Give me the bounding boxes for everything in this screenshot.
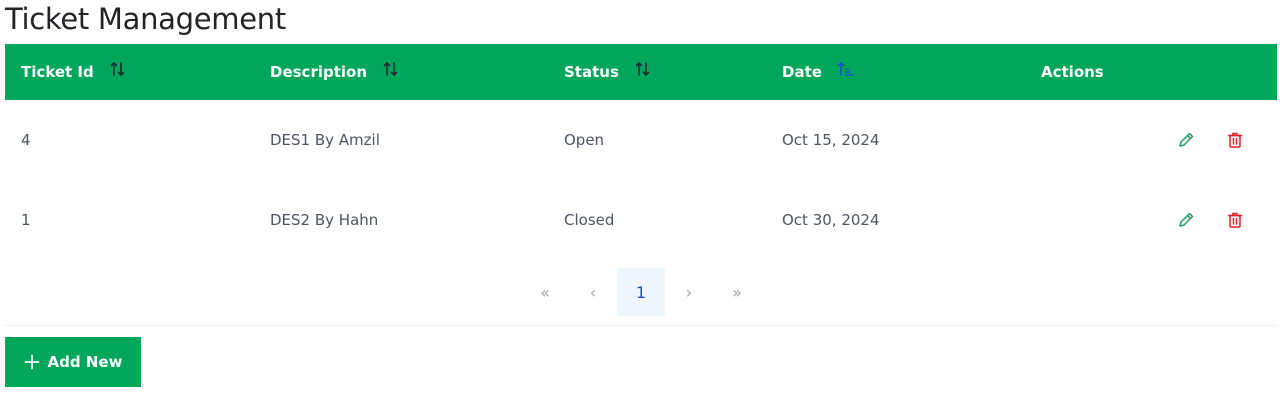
column-label: Ticket Id xyxy=(21,62,94,81)
actions-cell xyxy=(1025,100,1277,180)
ticket-table: Ticket Id Description Status Date Action… xyxy=(5,44,1277,260)
first-page-button[interactable]: « xyxy=(521,268,569,316)
sort-icon[interactable] xyxy=(634,60,652,82)
date-cell: Oct 15, 2024 xyxy=(782,131,880,149)
sort-ascending-icon[interactable] xyxy=(837,60,855,82)
column-label: Date xyxy=(782,62,822,81)
add-new-button[interactable]: Add New xyxy=(5,337,141,387)
table-row: 1 DES2 By Hahn Closed Oct 30, 2024 xyxy=(5,180,1277,260)
column-label: Actions xyxy=(1041,63,1104,81)
column-label: Description xyxy=(270,62,368,81)
page-button-current[interactable]: 1 xyxy=(617,268,665,316)
column-header-actions: Actions xyxy=(1025,44,1277,100)
status-cell: Closed xyxy=(564,211,615,229)
paginator: « ‹ 1 › » xyxy=(5,260,1277,326)
add-new-label: Add New xyxy=(47,353,123,371)
trash-icon xyxy=(1227,212,1243,228)
status-cell: Open xyxy=(564,131,605,149)
actions-cell xyxy=(1025,180,1277,260)
pencil-icon xyxy=(1179,132,1194,147)
column-header-date[interactable]: Date xyxy=(766,44,1025,100)
date-cell: Oct 30, 2024 xyxy=(782,211,880,229)
edit-button[interactable] xyxy=(1172,206,1200,234)
column-header-description[interactable]: Description xyxy=(254,44,548,100)
description-cell: DES1 By Amzil xyxy=(270,131,380,149)
next-page-button[interactable]: › xyxy=(665,268,713,316)
trash-icon xyxy=(1227,132,1243,148)
table-row: 4 DES1 By Amzil Open Oct 15, 2024 xyxy=(5,100,1277,180)
column-label: Status xyxy=(564,62,619,81)
sort-icon[interactable] xyxy=(109,60,127,82)
delete-button[interactable] xyxy=(1221,126,1249,154)
page-title: Ticket Management xyxy=(5,2,286,36)
ticket-id-cell: 4 xyxy=(21,131,31,149)
edit-button[interactable] xyxy=(1172,126,1200,154)
description-cell: DES2 By Hahn xyxy=(270,211,379,229)
column-header-ticket-id[interactable]: Ticket Id xyxy=(5,44,254,100)
last-page-button[interactable]: » xyxy=(713,268,761,316)
ticket-id-cell: 1 xyxy=(21,211,31,229)
previous-page-button[interactable]: ‹ xyxy=(569,268,617,316)
column-header-status[interactable]: Status xyxy=(548,44,766,100)
table-header-row: Ticket Id Description Status Date Action… xyxy=(5,44,1277,100)
plus-icon xyxy=(24,354,39,370)
delete-button[interactable] xyxy=(1221,206,1249,234)
pencil-icon xyxy=(1179,212,1194,227)
sort-icon[interactable] xyxy=(382,60,400,82)
